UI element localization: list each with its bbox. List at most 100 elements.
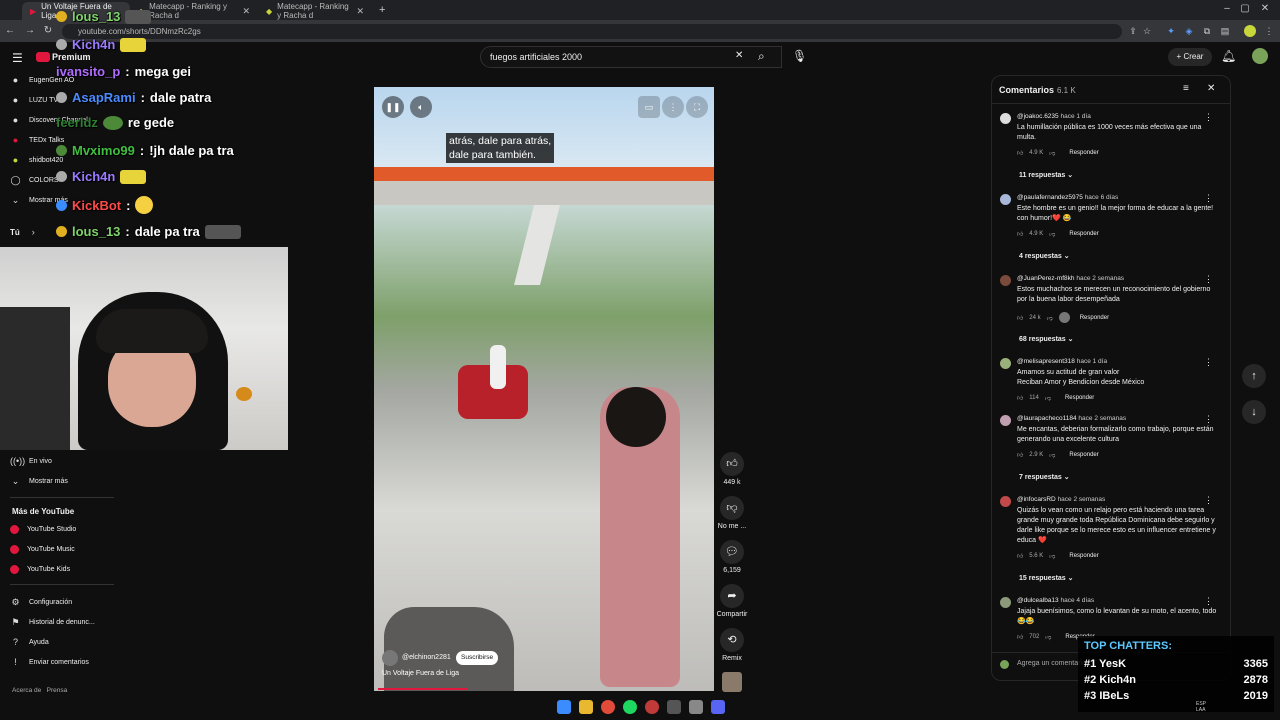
comment-menu-icon[interactable]: ⋮ (1204, 495, 1213, 506)
sort-icon[interactable]: ≡ (1183, 83, 1189, 94)
commenter-avatar[interactable] (1000, 496, 1011, 507)
sidebar-item-feedback[interactable]: ! Enviar comentarios (10, 654, 89, 670)
app-icon[interactable] (689, 700, 703, 714)
chrome-icon[interactable] (601, 700, 615, 714)
comment-menu-icon[interactable]: ⋮ (1204, 112, 1213, 123)
forward-button[interactable]: → (22, 23, 38, 39)
dislike-icon[interactable]: 👎︎ (1049, 451, 1055, 459)
premium-logo-label[interactable]: Premium (52, 52, 91, 62)
commenter-avatar[interactable] (1000, 358, 1011, 369)
menu-dots-icon[interactable]: ⋮ (1262, 24, 1276, 38)
sidebar-item-music[interactable]: YouTube Music (10, 541, 75, 557)
reply-button[interactable]: Responder (1065, 395, 1094, 401)
back-button[interactable]: ← (2, 23, 18, 39)
extensions-puzzle-icon[interactable]: ⧉ (1200, 24, 1214, 38)
comment-author[interactable]: @melisapresent318 hace 1 día (1017, 358, 1107, 365)
next-short-button[interactable]: ↓ (1242, 400, 1266, 424)
like-icon[interactable]: 👍︎ (1017, 230, 1023, 238)
create-button[interactable]: + Crear (1168, 48, 1212, 66)
comments-button[interactable]: 💬︎ (720, 540, 744, 564)
comment-author[interactable]: @infocarsRD hace 2 semanas (1017, 496, 1105, 503)
youtube-logo-icon[interactable] (36, 52, 50, 62)
bookmark-star-icon[interactable]: ☆ (1140, 24, 1154, 38)
like-icon[interactable]: 👍︎ (1017, 394, 1023, 402)
volume-icon[interactable]: 🔈︎ (410, 96, 432, 118)
profile-avatar[interactable] (1244, 25, 1256, 37)
file-explorer-icon[interactable] (579, 700, 593, 714)
windows-start-icon[interactable] (557, 700, 571, 714)
dislike-icon[interactable]: 👎︎ (1049, 230, 1055, 238)
like-icon[interactable]: 👍︎ (1017, 451, 1023, 459)
reload-button[interactable]: ↻ (40, 23, 56, 39)
dislike-icon[interactable]: 👎︎ (1045, 394, 1051, 402)
url-field[interactable]: youtube.com/shorts/DDNmzRc2gs (62, 24, 1122, 39)
clear-search-icon[interactable]: ✕ (735, 50, 743, 61)
subscription-item[interactable]: ◯ COLORS (10, 172, 58, 188)
remix-button[interactable]: ⟲ (720, 628, 744, 652)
replies-toggle[interactable]: 11 respuestas ⌄ (1019, 171, 1073, 179)
commenter-avatar[interactable] (1000, 194, 1011, 205)
dislike-icon[interactable]: 👎︎ (1045, 633, 1051, 641)
commenter-avatar[interactable] (1000, 597, 1011, 608)
notifications-bell-icon[interactable]: 🔔︎ (1221, 49, 1236, 63)
comment-menu-icon[interactable]: ⋮ (1204, 596, 1213, 607)
extension-icon[interactable]: ◈ (1182, 24, 1196, 38)
comment-menu-icon[interactable]: ⋮ (1204, 274, 1213, 285)
discord-icon[interactable] (711, 700, 725, 714)
sidebar-item-report-history[interactable]: ⚑ Historial de denunc... (10, 614, 94, 630)
video-title[interactable]: Un Voltaje Fuera de Liga (382, 670, 459, 677)
maximize-button[interactable]: ▢ (1236, 3, 1254, 14)
close-window-button[interactable]: ✕ (1256, 3, 1274, 14)
comment-author[interactable]: @dulcealba13 hace 4 días (1017, 597, 1094, 604)
captions-icon[interactable]: ▭ (638, 96, 660, 118)
close-icon[interactable]: ✕ (1207, 83, 1215, 94)
commenter-avatar[interactable] (1000, 113, 1011, 124)
comment-author[interactable]: @paulafernandez5975 hace 6 días (1017, 194, 1118, 201)
close-icon[interactable]: ✕ (356, 6, 364, 17)
dislike-icon[interactable]: 👎︎ (1049, 149, 1055, 157)
sidebar-item-kids[interactable]: YouTube Kids (10, 561, 70, 577)
reply-button[interactable]: Responder (1069, 150, 1098, 156)
subscription-item[interactable]: ● LUZU TV (10, 92, 58, 108)
share-page-icon[interactable]: ⇪ (1126, 24, 1140, 38)
comment-menu-icon[interactable]: ⋮ (1204, 414, 1213, 425)
replies-toggle[interactable]: 4 respuestas ⌄ (1019, 252, 1070, 260)
you-section-link[interactable]: Tú › (10, 224, 39, 240)
account-avatar[interactable] (1252, 48, 1268, 64)
comment-author[interactable]: @joakoc.6235 hace 1 día (1017, 113, 1091, 120)
previous-short-button[interactable]: ↑ (1242, 364, 1266, 388)
new-tab-button[interactable]: + (379, 4, 385, 16)
reply-button[interactable]: Responder (1069, 231, 1098, 237)
channel-avatar[interactable] (382, 650, 398, 666)
fullscreen-icon[interactable]: ⛶ (686, 96, 708, 118)
pause-button[interactable]: ❚❚ (382, 96, 404, 118)
channel-handle[interactable]: @elchinon2281 (402, 654, 451, 661)
footer-links[interactable]: Acerca de Prensa (12, 687, 67, 694)
reply-button[interactable]: Responder (1069, 553, 1098, 559)
commenter-avatar[interactable] (1000, 415, 1011, 426)
sidebar-show-more[interactable]: ⌄ Mostrar más (10, 473, 68, 489)
replies-toggle[interactable]: 7 respuestas ⌄ (1019, 473, 1070, 481)
sidebar-item-help[interactable]: ? Ayuda (10, 634, 49, 650)
share-button[interactable]: ➦ (720, 584, 744, 608)
comment-author[interactable]: @laurapacheco1184 hace 2 semanas (1017, 415, 1126, 422)
search-icon[interactable]: ⌕ (758, 49, 765, 64)
comment-author[interactable]: @JuanPerez-mf8kh hace 2 semanas (1017, 275, 1124, 282)
dislike-button[interactable]: 👎︎ (720, 496, 744, 520)
tab-matecapp-2[interactable]: ◆ Matecapp - Ranking y Racha d ✕ (258, 2, 372, 20)
like-icon[interactable]: 👍︎ (1017, 633, 1023, 641)
microphone-icon[interactable]: 🎙 (792, 49, 807, 63)
minimize-button[interactable]: – (1218, 3, 1236, 14)
sound-thumbnail[interactable] (722, 672, 742, 692)
language-indicator[interactable]: ESP LAA (1196, 701, 1206, 713)
sidebar-item-settings[interactable]: ⚙ Configuración (10, 594, 72, 610)
app-icon[interactable] (645, 700, 659, 714)
like-button[interactable]: 👍︎ (720, 452, 744, 476)
progress-bar-fill[interactable] (378, 688, 468, 690)
app-icon[interactable] (667, 700, 681, 714)
sidebar-item-studio[interactable]: YouTube Studio (10, 521, 76, 537)
more-options-icon[interactable]: ⋮ (662, 96, 684, 118)
like-icon[interactable]: 👍︎ (1017, 149, 1023, 157)
close-icon[interactable]: ✕ (242, 6, 250, 17)
hamburger-menu-icon[interactable]: ☰ (12, 51, 23, 65)
